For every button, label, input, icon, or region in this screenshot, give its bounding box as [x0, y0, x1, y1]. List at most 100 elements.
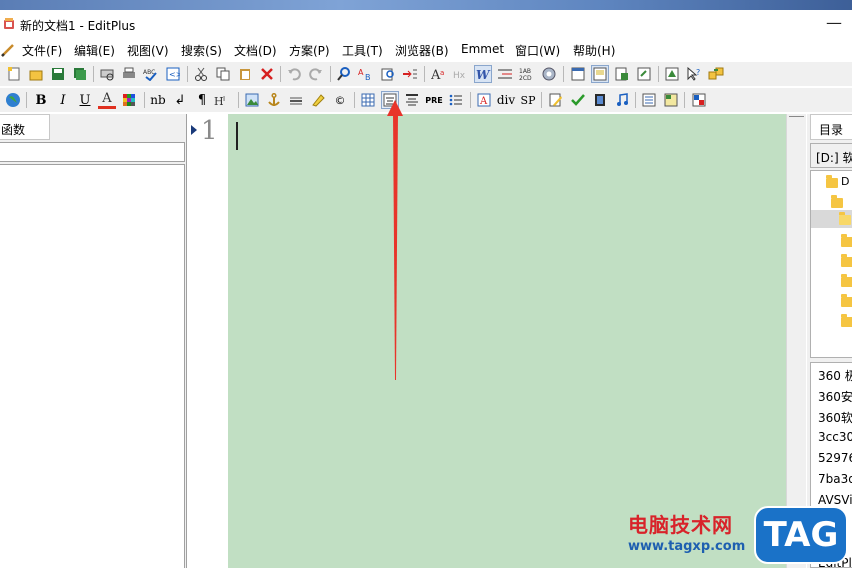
goto-line-icon[interactable]	[401, 65, 419, 83]
span-button[interactable]: SP	[518, 91, 538, 109]
line-break-icon[interactable]: ↲	[171, 91, 189, 109]
toolbar-separator	[93, 66, 94, 82]
browser-preview-icon[interactable]: <>	[164, 65, 182, 83]
function-list[interactable]	[0, 164, 185, 568]
sync-icon[interactable]	[707, 65, 725, 83]
list-icon[interactable]	[447, 91, 465, 109]
save-all-icon[interactable]	[71, 65, 89, 83]
cliptext-icon[interactable]	[613, 65, 631, 83]
file-item[interactable]: 360安	[818, 388, 852, 405]
replace-icon[interactable]: AB	[357, 65, 375, 83]
redo-icon[interactable]	[307, 65, 325, 83]
menu-tools[interactable]: 工具(T)	[342, 42, 383, 59]
cut-icon[interactable]	[192, 65, 210, 83]
word-wrap-icon[interactable]: W	[474, 65, 492, 83]
file-item[interactable]: AVSVi	[818, 493, 852, 507]
menu-document[interactable]: 文档(D)	[234, 42, 277, 59]
find-in-files-icon[interactable]	[379, 65, 397, 83]
anchor-icon[interactable]	[265, 91, 283, 109]
highlight-pen-icon[interactable]	[309, 91, 327, 109]
scrollbar-splitter[interactable]	[789, 116, 804, 122]
bold-button[interactable]: B	[32, 91, 50, 109]
music-note-icon[interactable]	[613, 91, 631, 109]
menu-window[interactable]: 窗口(W)	[515, 42, 560, 59]
line-number-icon[interactable]	[496, 65, 514, 83]
fullscreen-icon[interactable]	[635, 65, 653, 83]
menu-file[interactable]: 文件(F)	[22, 42, 62, 59]
form-icon[interactable]: A	[475, 91, 493, 109]
minimize-button[interactable]: —	[826, 13, 842, 32]
svg-text:1AB: 1AB	[519, 68, 531, 75]
table-icon[interactable]	[359, 91, 377, 109]
underline-button[interactable]: U	[76, 91, 94, 109]
font-icon[interactable]: Aa	[430, 65, 448, 83]
pre-button[interactable]: PRE	[424, 91, 444, 109]
delete-icon[interactable]	[258, 65, 276, 83]
paste-icon[interactable]	[236, 65, 254, 83]
pencil-icon	[1, 44, 14, 57]
align-justify-icon[interactable]	[403, 91, 421, 109]
spellcheck-icon[interactable]: ABC	[142, 65, 160, 83]
check-pen-icon[interactable]	[569, 91, 587, 109]
find-icon[interactable]	[335, 65, 353, 83]
heading-button[interactable]: HI	[214, 91, 234, 109]
italic-button[interactable]: I	[54, 91, 72, 109]
paragraph-button[interactable]: ¶	[193, 91, 211, 109]
menu-project[interactable]: 方案(P)	[289, 42, 330, 59]
editplus-app-icon	[4, 18, 14, 29]
print-icon[interactable]	[120, 65, 138, 83]
menu-view[interactable]: 视图(V)	[127, 42, 169, 59]
menu-search[interactable]: 搜索(S)	[181, 42, 222, 59]
new-file-icon[interactable]	[5, 65, 23, 83]
image-icon[interactable]	[243, 91, 261, 109]
tab-directory[interactable]: 目录	[810, 114, 852, 140]
frame-icon[interactable]	[640, 91, 658, 109]
directory-panel: 目录 [D:] 软件 D 360 极 360安 360软 3cc302 5297…	[807, 114, 852, 568]
folder-tree[interactable]: D	[810, 170, 852, 358]
edit-note-icon[interactable]	[547, 91, 565, 109]
file-item[interactable]: 3cc302	[818, 430, 852, 444]
undo-icon[interactable]	[285, 65, 303, 83]
color-picker-icon[interactable]	[690, 91, 708, 109]
globe-icon[interactable]	[4, 91, 22, 109]
watermark-url: www.tagxp.com	[628, 539, 746, 554]
open-folder-icon[interactable]	[27, 65, 45, 83]
menu-edit[interactable]: 编辑(E)	[74, 42, 115, 59]
menu-help[interactable]: 帮助(H)	[573, 42, 615, 59]
save-icon[interactable]	[49, 65, 67, 83]
settings-gear-icon[interactable]	[540, 65, 558, 83]
font-color-button[interactable]: A	[98, 91, 116, 109]
file-item[interactable]: 52976	[818, 451, 852, 465]
film-icon[interactable]	[591, 91, 609, 109]
title-bar[interactable]: 新的文档1 - EditPlus —	[0, 10, 852, 40]
horizontal-rule-icon[interactable]	[287, 91, 305, 109]
menu-emmet[interactable]: Emmet	[461, 42, 504, 56]
tab-functions[interactable]: 函数	[0, 114, 50, 140]
copyright-icon[interactable]: ©	[331, 91, 349, 109]
copy-icon[interactable]	[214, 65, 232, 83]
folder-icon	[841, 294, 852, 307]
folder-icon	[826, 175, 838, 188]
file-item[interactable]: 360 极	[818, 367, 852, 384]
code-editor-textarea[interactable]	[228, 114, 786, 568]
toolbar-separator	[635, 92, 636, 108]
color-palette-icon[interactable]	[120, 91, 138, 109]
div-button[interactable]: div	[495, 91, 517, 109]
nbsp-button[interactable]: nb	[148, 91, 168, 109]
user-tool-icon[interactable]	[663, 65, 681, 83]
function-filter-input[interactable]	[0, 142, 185, 162]
tree-root-label[interactable]: D	[841, 175, 849, 188]
drive-selector[interactable]: [D:] 软件	[810, 143, 852, 168]
help-pointer-icon[interactable]: ?	[685, 65, 703, 83]
hex-viewer-icon[interactable]: Hx	[452, 65, 470, 83]
print-preview-icon[interactable]	[98, 65, 116, 83]
document-window-icon[interactable]	[569, 65, 587, 83]
ruler-icon[interactable]: 1AB 2CD	[518, 65, 536, 83]
output-window-icon[interactable]	[591, 65, 609, 83]
toolbar-separator	[144, 92, 145, 108]
file-item[interactable]: 360软	[818, 409, 852, 426]
editor-vertical-scrollbar[interactable]	[786, 114, 806, 568]
layout-icon[interactable]	[662, 91, 680, 109]
file-item[interactable]: 7ba3d	[818, 472, 852, 486]
menu-browser[interactable]: 浏览器(B)	[395, 42, 449, 59]
